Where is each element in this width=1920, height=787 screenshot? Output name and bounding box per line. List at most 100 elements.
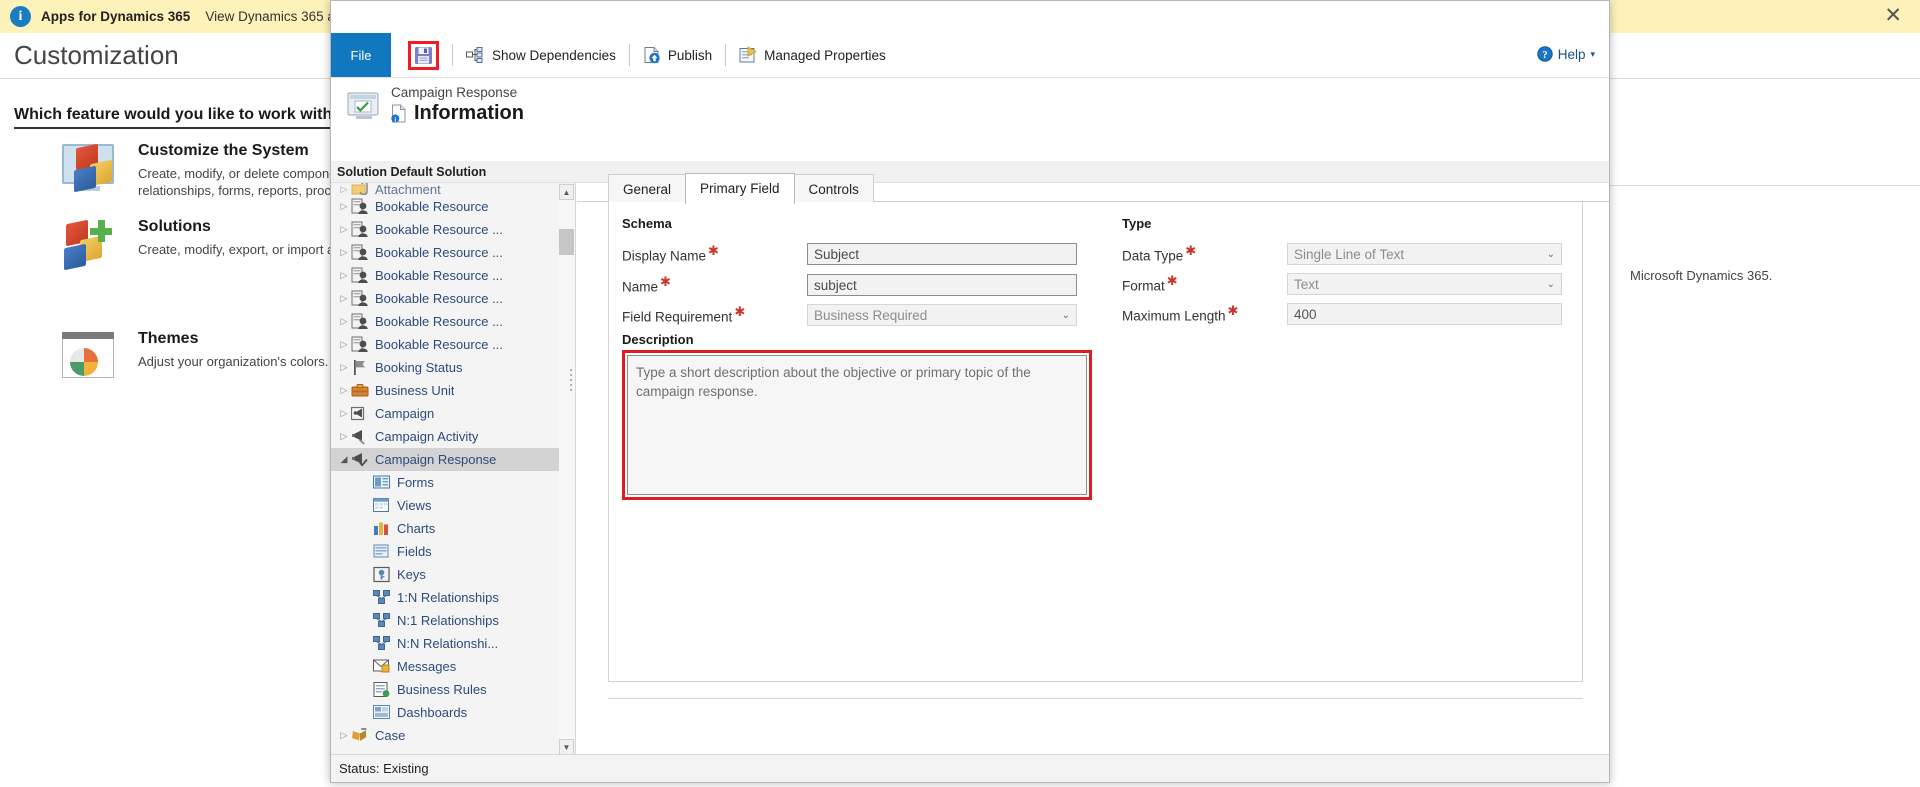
bookable-resource-group-icon — [351, 336, 369, 353]
required-marker: ✱ — [660, 274, 671, 290]
tree-item-bookable-resource[interactable]: ▷ Bookable Resource ... — [331, 264, 559, 287]
format-value: Text — [1294, 276, 1319, 292]
tree-item-keys[interactable]: Keys — [331, 563, 559, 586]
tree-item-label: Bookable Resource — [375, 199, 489, 214]
publish-label: Publish — [667, 47, 713, 63]
tree-item-label: Business Unit — [375, 383, 455, 398]
required-marker: ✱ — [708, 243, 719, 259]
tree-item-bookable-resource[interactable]: ▷ Bookable Resource ... — [331, 333, 559, 356]
managed-properties-icon — [739, 46, 757, 63]
page-heading: Information — [414, 102, 524, 124]
campaign-icon — [351, 406, 365, 421]
tree-item-booking-status[interactable]: ▷ Booking Status — [331, 356, 559, 379]
tree-item-n-1-relationships[interactable]: N:1 Relationships — [331, 609, 559, 632]
scroll-up-button[interactable]: ▲ — [559, 184, 574, 200]
chevron-right-icon[interactable]: ▷ — [337, 270, 351, 281]
tree-item-messages[interactable]: Messages — [331, 655, 559, 678]
attachment-icon — [351, 183, 368, 195]
type-section-title: Type — [1122, 216, 1152, 231]
tree-item-fields[interactable]: Fields — [331, 540, 559, 563]
show-dependencies-button[interactable]: Show Dependencies — [457, 33, 625, 77]
description-textarea[interactable]: Type a short description about the objec… — [627, 355, 1087, 495]
chevron-down-icon[interactable]: ◢ — [337, 454, 351, 465]
tree-item-business-rules[interactable]: Business Rules — [331, 678, 559, 701]
tree-item-bookable-resource[interactable]: ▷ Bookable Resource ... — [331, 310, 559, 333]
chevron-right-icon[interactable]: ▷ — [337, 730, 351, 741]
chevron-right-icon[interactable]: ▷ — [337, 339, 351, 350]
description-highlight-box: Type a short description about the objec… — [622, 350, 1092, 500]
tree-item-1-n-relationships[interactable]: 1:N Relationships — [331, 586, 559, 609]
tree-item-campaign-response[interactable]: ◢ Campaign Response — [331, 448, 559, 471]
tree-item-bookable-resource[interactable]: ▷ Bookable Resource ... — [331, 241, 559, 264]
file-tab[interactable]: File — [331, 33, 391, 77]
tree-scrollbar-thumb[interactable] — [559, 229, 574, 255]
scroll-down-button[interactable]: ▼ — [559, 739, 574, 755]
chevron-right-icon[interactable]: ▷ — [337, 316, 351, 327]
tree-item-label: N:N Relationshi... — [397, 636, 499, 651]
tree-item-campaign[interactable]: ▷ Campaign — [331, 402, 559, 425]
bookable-resource-icon — [351, 198, 369, 215]
name-input[interactable]: subject — [807, 274, 1077, 296]
fields-icon — [373, 543, 391, 560]
tree-item-case[interactable]: ▷ Case — [331, 724, 559, 747]
tab-controls[interactable]: Controls — [793, 174, 874, 204]
save-button[interactable] — [399, 33, 448, 77]
tree-item-bookable-resource[interactable]: ▷ Bookable Resource ... — [331, 287, 559, 310]
schema-section-title: Schema — [622, 216, 672, 231]
chevron-right-icon[interactable]: ▷ — [337, 247, 351, 258]
managed-properties-button[interactable]: Managed Properties — [730, 33, 895, 77]
chevron-right-icon[interactable]: ▷ — [337, 224, 351, 235]
solutions-icon — [60, 218, 122, 271]
component-tree[interactable]: ▷ Attachment ▷ Bookable Resource ▷ Bookable R… — [331, 183, 576, 756]
chevron-right-icon[interactable]: ▷ — [337, 201, 351, 212]
tree-item-forms[interactable]: Forms — [331, 471, 559, 494]
close-icon[interactable]: ✕ — [1884, 5, 1902, 26]
chevron-down-icon: ▾ — [1590, 48, 1595, 59]
field-requirement-select[interactable]: Business Required ⌄ — [807, 304, 1077, 326]
tree-item-bookable-resource[interactable]: ▷ Bookable Resource ... — [331, 218, 559, 241]
tab-general[interactable]: General — [608, 174, 687, 204]
tree-item-views[interactable]: Views — [331, 494, 559, 517]
tree-item-dashboards[interactable]: Dashboards — [331, 701, 559, 724]
field-name-row: Name ✱ subject — [622, 274, 1082, 296]
tree-item-label: Views — [397, 498, 432, 513]
campaign-activity-icon — [351, 428, 369, 445]
required-marker: ✱ — [734, 304, 746, 320]
format-select[interactable]: Text ⌄ — [1287, 273, 1562, 295]
tree-item-label: 1:N Relationships — [397, 590, 499, 605]
tree-item-attachment[interactable]: ▷ Attachment — [331, 183, 559, 195]
maximum-length-row: Maximum Length ✱ 400 — [1122, 303, 1572, 325]
data-type-select[interactable]: Single Line of Text ⌄ — [1287, 243, 1562, 265]
publish-button[interactable]: Publish — [634, 33, 721, 77]
chevron-right-icon[interactable]: ▷ — [337, 362, 351, 373]
bookable-resource-booking-icon — [351, 221, 369, 238]
tree-item-n-n-relationshi[interactable]: N:N Relationshi... — [331, 632, 559, 655]
chevron-right-icon[interactable]: ▷ — [337, 385, 351, 396]
tree-item-label: Messages — [397, 659, 457, 674]
business-rules-icon — [373, 681, 391, 698]
data-type-row: Data Type ✱ Single Line of Text ⌄ — [1122, 243, 1572, 265]
bookable-resource-booking-header-icon — [351, 244, 368, 260]
chevron-right-icon[interactable]: ▷ — [337, 408, 351, 419]
tree-scrollbar-track[interactable] — [559, 200, 574, 739]
campaign-icon — [351, 405, 369, 422]
help-button[interactable]: ? Help ▾ — [1537, 46, 1595, 62]
business-rules-icon — [373, 682, 390, 697]
messages-icon — [373, 659, 390, 673]
display-name-input[interactable]: Subject — [807, 243, 1077, 265]
maximum-length-input[interactable]: 400 — [1287, 303, 1562, 325]
tab-primary-field[interactable]: Primary Field — [685, 173, 795, 204]
tree-item-label: Attachment — [375, 183, 441, 195]
bookable-resource-booking-icon — [351, 221, 368, 237]
splitter-handle[interactable] — [568, 369, 573, 391]
attachment-icon — [351, 183, 369, 195]
tree-item-label: Charts — [397, 521, 436, 536]
chevron-right-icon[interactable]: ▷ — [337, 431, 351, 442]
chevron-right-icon[interactable]: ▷ — [337, 184, 351, 195]
tree-item-campaign-activity[interactable]: ▷ Campaign Activity — [331, 425, 559, 448]
chevron-right-icon[interactable]: ▷ — [337, 293, 351, 304]
information-doc-icon: i — [391, 104, 407, 123]
tree-item-business-unit[interactable]: ▷ Business Unit — [331, 379, 559, 402]
tree-item-charts[interactable]: Charts — [331, 517, 559, 540]
tree-item-bookable-resource[interactable]: ▷ Bookable Resource — [331, 195, 559, 218]
